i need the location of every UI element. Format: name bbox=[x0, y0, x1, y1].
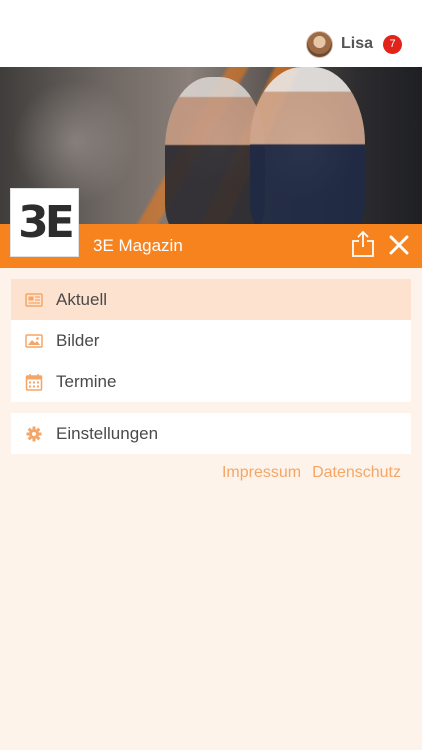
newspaper-icon bbox=[25, 291, 43, 309]
menu-item-einstellungen[interactable]: Einstellungen bbox=[11, 413, 411, 454]
magazine-logo: 3E bbox=[10, 188, 79, 257]
datenschutz-link[interactable]: Datenschutz bbox=[312, 464, 401, 482]
magazine-title: 3E Magazin bbox=[93, 236, 183, 255]
footer-links: Impressum Datenschutz bbox=[222, 464, 401, 482]
menu-item-label: Einstellungen bbox=[56, 423, 159, 443]
calendar-icon bbox=[25, 373, 43, 391]
notification-badge[interactable]: 7 bbox=[383, 34, 402, 54]
menu-item-label: Bilder bbox=[56, 330, 100, 350]
menu-item-bilder[interactable]: Bilder bbox=[11, 320, 411, 361]
main-menu: Aktuell Bilder Termine bbox=[11, 279, 411, 402]
user-profile[interactable]: Lisa 7 bbox=[305, 30, 402, 58]
menu-item-label: Aktuell bbox=[56, 289, 108, 309]
close-icon[interactable] bbox=[389, 235, 409, 255]
menu-item-termine[interactable]: Termine bbox=[11, 361, 411, 402]
menu-item-label: Termine bbox=[56, 371, 117, 391]
avatar[interactable] bbox=[305, 30, 333, 58]
image-icon bbox=[25, 332, 43, 350]
gear-icon bbox=[25, 425, 43, 443]
user-name[interactable]: Lisa bbox=[341, 35, 373, 53]
menu-item-aktuell[interactable]: Aktuell bbox=[11, 279, 411, 320]
settings-menu: Einstellungen bbox=[11, 413, 411, 454]
logo-text: 3E bbox=[18, 197, 75, 248]
top-bar: Lisa 7 bbox=[0, 0, 422, 67]
share-icon[interactable] bbox=[351, 230, 375, 258]
impressum-link[interactable]: Impressum bbox=[222, 464, 301, 482]
